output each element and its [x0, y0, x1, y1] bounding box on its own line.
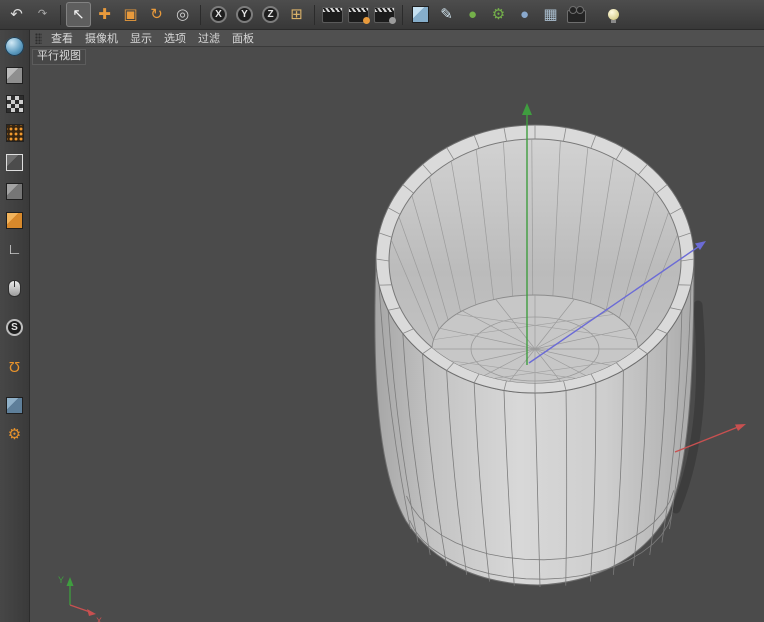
camera-icon [567, 10, 586, 23]
menubar-grip-icon[interactable] [35, 33, 42, 44]
world-globe-button[interactable] [2, 33, 28, 59]
toolbar-separator [402, 5, 403, 25]
lock-z-axis-icon: Z [262, 6, 279, 23]
render-picture-viewer-button[interactable] [346, 2, 371, 27]
view-mode-label: 平行视图 [32, 49, 86, 65]
texture-mode-button[interactable] [2, 91, 28, 117]
workplane-icon [6, 397, 23, 414]
render-settings-button[interactable] [372, 2, 397, 27]
workplane-lock-icon: ⚙ [8, 427, 21, 442]
redo-icon: ↷ [38, 9, 47, 20]
gizmo-y-label: Y [58, 575, 64, 585]
menu-item-cameras[interactable]: 摄像机 [79, 29, 124, 47]
move-tool-button[interactable]: ✚ [92, 2, 117, 27]
lock-z-axis-button[interactable]: Z [258, 2, 283, 27]
mode-toolbar: ∟ S Ω ⚙ [0, 30, 30, 622]
snap-icon: S [6, 319, 23, 336]
scale-tool-button[interactable]: ▣ [118, 2, 143, 27]
viewport-canvas[interactable]: YX [30, 47, 764, 622]
rotate-tool-icon: ↻ [150, 7, 163, 22]
object-mode-icon [6, 212, 23, 229]
lock-x-axis-icon: X [210, 6, 227, 23]
floor-grid-button[interactable]: ▦ [538, 2, 563, 27]
enable-axis-button[interactable]: ∟ [2, 236, 28, 262]
undo-button[interactable]: ↶ [4, 2, 29, 27]
magnet-snap-icon: Ω [9, 359, 20, 374]
toolbar-separator [314, 5, 315, 25]
edges-mode-button[interactable] [2, 149, 28, 175]
rotate-tool-button[interactable]: ↻ [144, 2, 169, 27]
move-tool-icon: ✚ [98, 7, 111, 22]
scale-tool-icon: ▣ [123, 7, 137, 22]
last-used-tool-icon: ◎ [176, 7, 189, 22]
subdivision-surface-icon: ● [468, 7, 477, 22]
magnet-snap-button[interactable]: Ω [2, 353, 28, 379]
menu-item-panel[interactable]: 面板 [226, 29, 260, 47]
polygons-mode-button[interactable] [2, 178, 28, 204]
toolbar-separator [60, 5, 61, 25]
polygons-mode-icon [6, 183, 23, 200]
light-button[interactable] [601, 2, 626, 27]
floor-grid-icon: ▦ [543, 7, 557, 22]
generators-button[interactable]: ⚙ [486, 2, 511, 27]
viewport-menubar: 查看摄像机显示选项过滤面板 [30, 30, 764, 47]
coordinate-system-button[interactable]: ⊞ [284, 2, 309, 27]
metaball-button[interactable]: ● [512, 2, 537, 27]
orientation-gizmo: YX [58, 575, 102, 622]
lock-x-axis-button[interactable]: X [206, 2, 231, 27]
last-used-tool-button[interactable]: ◎ [170, 2, 195, 27]
render-view-icon [322, 7, 343, 23]
menu-item-display[interactable]: 显示 [124, 29, 158, 47]
points-mode-button[interactable] [2, 120, 28, 146]
coordinate-system-icon: ⊞ [290, 7, 303, 22]
render-settings-dot [389, 17, 396, 24]
menu-item-view[interactable]: 查看 [45, 29, 79, 47]
render-view-button[interactable] [320, 2, 345, 27]
viewport-menubar-items: 查看摄像机显示选项过滤面板 [45, 29, 260, 47]
lock-y-axis-icon: Y [236, 6, 253, 23]
gizmo-x-label: X [96, 616, 102, 622]
undo-icon: ↶ [10, 7, 23, 22]
toolbar-separator [200, 5, 201, 25]
edges-mode-icon [6, 154, 23, 171]
menu-item-options[interactable]: 选项 [158, 29, 192, 47]
texture-mode-icon [6, 95, 24, 113]
light-icon [608, 9, 619, 20]
render-picture-viewer-icon [348, 7, 369, 23]
viewport-solo-button[interactable] [2, 275, 28, 301]
live-selection-button[interactable]: ↖ [66, 2, 91, 27]
object-mode-button[interactable] [2, 207, 28, 233]
primitive-cube-icon [412, 6, 429, 23]
generators-icon: ⚙ [492, 7, 505, 22]
main-toolbar: ↶ ↷ ↖ ✚ ▣ ↻ ◎ XYZ ⊞ ✎ ● ⚙ ● ▦ [0, 0, 764, 30]
lock-y-axis-button[interactable]: Y [232, 2, 257, 27]
workplane-button[interactable] [2, 392, 28, 418]
enable-axis-icon: ∟ [7, 242, 22, 257]
primitive-cube-button[interactable] [408, 2, 433, 27]
redo-button[interactable]: ↷ [30, 2, 55, 27]
points-mode-icon [6, 124, 24, 142]
cup-wireframe-model [375, 125, 701, 587]
viewport-solo-icon [8, 280, 21, 297]
make-editable-icon [6, 67, 23, 84]
metaball-icon: ● [520, 7, 529, 22]
subdivision-surface-button[interactable]: ● [460, 2, 485, 27]
pen-spline-button[interactable]: ✎ [434, 2, 459, 27]
camera-button[interactable] [564, 2, 589, 27]
pen-spline-icon: ✎ [440, 7, 453, 22]
workplane-lock-button[interactable]: ⚙ [2, 421, 28, 447]
make-editable-button[interactable] [2, 62, 28, 88]
snap-button[interactable]: S [2, 314, 28, 340]
render-settings-icon [374, 7, 395, 23]
render-picture-viewer-dot [363, 17, 370, 24]
viewport-panel: 平行视图 YX [30, 47, 764, 622]
live-selection-icon: ↖ [72, 7, 85, 22]
menu-item-filter[interactable]: 过滤 [192, 29, 226, 47]
world-globe-icon [5, 37, 24, 56]
